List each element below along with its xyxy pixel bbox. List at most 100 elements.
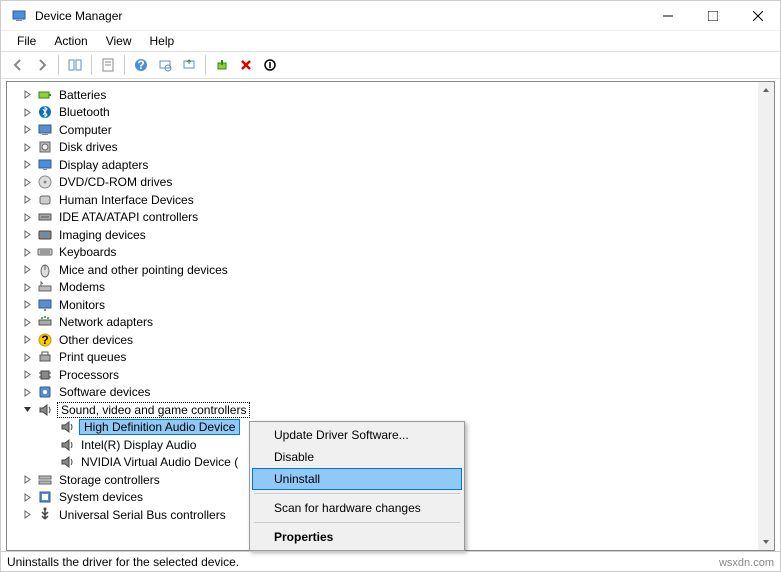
device-category[interactable]: Software devices <box>7 384 758 402</box>
uninstall-button[interactable] <box>235 54 257 76</box>
mouse-icon <box>37 262 53 278</box>
keyboard-icon <box>37 244 53 260</box>
expand-icon[interactable] <box>21 386 33 398</box>
tree-item-label: DVD/CD-ROM drives <box>57 175 174 189</box>
device-category[interactable]: Network adapters <box>7 314 758 332</box>
tree-item-label: Modems <box>57 280 107 294</box>
expand-icon[interactable] <box>21 299 33 311</box>
expand-icon[interactable] <box>21 89 33 101</box>
toolbar-separator <box>91 55 92 75</box>
show-hide-console-button[interactable] <box>64 54 86 76</box>
tree-item-label: Disk drives <box>57 140 120 154</box>
battery-icon <box>37 87 53 103</box>
expand-icon[interactable] <box>21 159 33 171</box>
scroll-up-button[interactable] <box>758 82 774 98</box>
usb-icon <box>37 507 53 523</box>
maximize-button[interactable] <box>690 1 735 31</box>
device-category[interactable]: IDE ATA/ATAPI controllers <box>7 209 758 227</box>
toolbar-separator <box>205 55 206 75</box>
expand-icon[interactable] <box>21 211 33 223</box>
no-expander <box>43 421 55 433</box>
device-category[interactable]: Monitors <box>7 296 758 314</box>
forward-button[interactable] <box>31 54 53 76</box>
expand-icon[interactable] <box>21 281 33 293</box>
expand-icon[interactable] <box>21 316 33 328</box>
back-button[interactable] <box>7 54 29 76</box>
expand-icon[interactable] <box>21 229 33 241</box>
menu-action[interactable]: Action <box>46 32 95 50</box>
app-icon <box>11 8 27 24</box>
expand-icon[interactable] <box>21 106 33 118</box>
tree-item-label: System devices <box>57 490 145 504</box>
tree-item-label: NVIDIA Virtual Audio Device ( <box>79 455 240 469</box>
computer-icon <box>37 122 53 138</box>
network-icon <box>37 314 53 330</box>
tree-item-label: Monitors <box>57 298 107 312</box>
expand-icon[interactable] <box>21 509 33 521</box>
enable-button[interactable] <box>211 54 233 76</box>
expand-icon[interactable] <box>21 491 33 503</box>
menu-help[interactable]: Help <box>142 32 183 50</box>
expand-icon[interactable] <box>21 474 33 486</box>
device-category[interactable]: Batteries <box>7 86 758 104</box>
expand-icon[interactable] <box>21 264 33 276</box>
tree-item-label: Mice and other pointing devices <box>57 263 230 277</box>
tree-item-label: Storage controllers <box>57 473 162 487</box>
device-category[interactable]: Computer <box>7 121 758 139</box>
minimize-button[interactable] <box>645 1 690 31</box>
expand-icon[interactable] <box>21 194 33 206</box>
update-driver-button[interactable] <box>178 54 200 76</box>
properties-button[interactable] <box>97 54 119 76</box>
expand-icon[interactable] <box>21 246 33 258</box>
help-button[interactable]: ? <box>130 54 152 76</box>
device-category[interactable]: Human Interface Devices <box>7 191 758 209</box>
ctx-disable[interactable]: Disable <box>252 446 462 468</box>
tree-item-label: Human Interface Devices <box>57 193 196 207</box>
storage-icon <box>37 472 53 488</box>
device-category[interactable]: Modems <box>7 279 758 297</box>
device-category[interactable]: ?Other devices <box>7 331 758 349</box>
expand-icon[interactable] <box>21 351 33 363</box>
scroll-down-button[interactable] <box>758 534 774 550</box>
tree-item-label: High Definition Audio Device <box>79 419 240 435</box>
ctx-uninstall[interactable]: Uninstall <box>252 468 462 490</box>
disable-button[interactable] <box>259 54 281 76</box>
expand-icon[interactable] <box>21 176 33 188</box>
menu-file[interactable]: File <box>9 32 44 50</box>
tree-item-label: Other devices <box>57 333 135 347</box>
no-expander <box>43 456 55 468</box>
device-category[interactable]: Mice and other pointing devices <box>7 261 758 279</box>
device-category[interactable]: Display adapters <box>7 156 758 174</box>
imaging-icon <box>37 227 53 243</box>
tree-item-label: Network adapters <box>57 315 155 329</box>
expand-icon[interactable] <box>21 369 33 381</box>
ctx-separator <box>254 522 460 523</box>
expand-icon[interactable] <box>21 334 33 346</box>
ctx-properties[interactable]: Properties <box>252 526 462 548</box>
vertical-scrollbar[interactable] <box>758 82 774 550</box>
watermark: wsxdn.com <box>719 557 774 569</box>
device-category[interactable]: Bluetooth <box>7 104 758 122</box>
speaker-icon <box>59 419 75 435</box>
expand-icon[interactable] <box>21 141 33 153</box>
device-category[interactable]: Print queues <box>7 349 758 367</box>
svg-text:?: ? <box>137 58 144 72</box>
device-category[interactable]: DVD/CD-ROM drives <box>7 174 758 192</box>
scan-hardware-button[interactable] <box>154 54 176 76</box>
context-menu: Update Driver Software... Disable Uninst… <box>249 421 465 551</box>
tree-item-label: Display adapters <box>57 158 150 172</box>
device-category[interactable]: Imaging devices <box>7 226 758 244</box>
menu-view[interactable]: View <box>98 32 140 50</box>
expand-icon[interactable] <box>21 124 33 136</box>
ctx-scan-hardware[interactable]: Scan for hardware changes <box>252 497 462 519</box>
device-category[interactable]: Processors <box>7 366 758 384</box>
device-category[interactable]: Keyboards <box>7 244 758 262</box>
display-icon <box>37 157 53 173</box>
tree-item-label: Universal Serial Bus controllers <box>57 508 228 522</box>
ctx-update-driver[interactable]: Update Driver Software... <box>252 424 462 446</box>
device-category[interactable]: Disk drives <box>7 139 758 157</box>
device-category[interactable]: Sound, video and game controllers <box>7 401 758 419</box>
speaker-icon <box>59 437 75 453</box>
collapse-icon[interactable] <box>21 404 33 416</box>
close-button[interactable] <box>735 1 780 31</box>
